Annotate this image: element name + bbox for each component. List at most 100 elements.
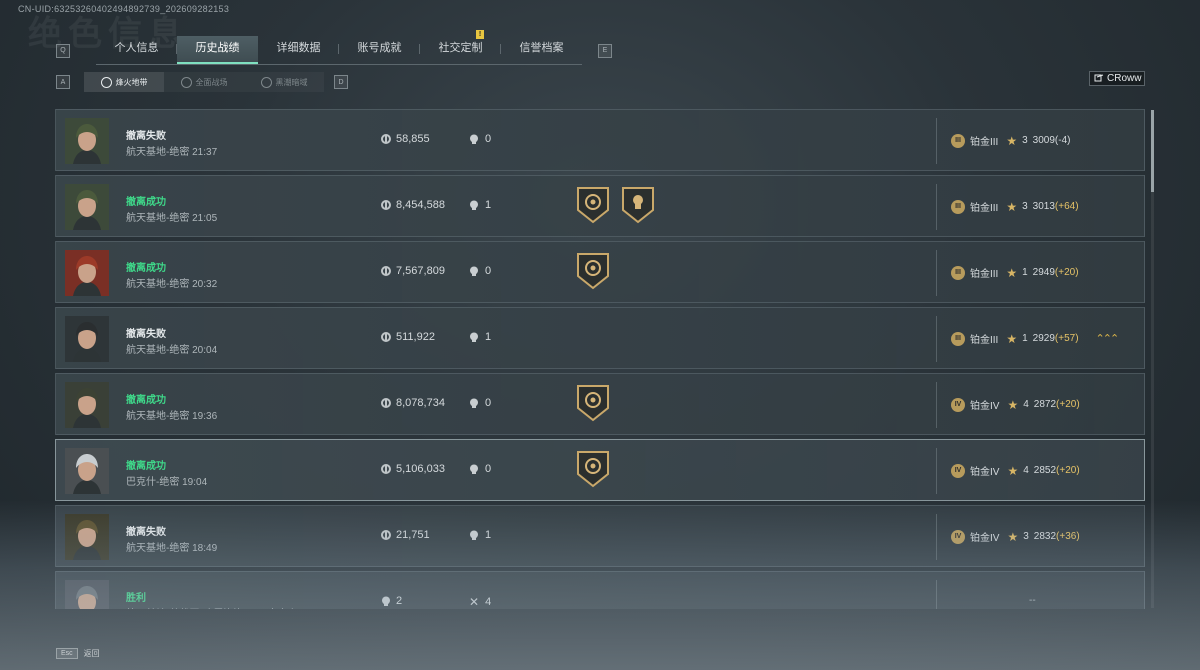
rank-info: III 铂金III ★ 1 2949(+20) <box>951 265 1079 280</box>
skull-medal-icon <box>622 187 654 224</box>
rank-icon: IV <box>951 463 965 478</box>
score-delta: (+20) <box>1056 399 1080 410</box>
operator-avatar <box>65 316 109 362</box>
value-stat: 5,106,033 <box>381 463 445 475</box>
table-row[interactable]: 撤离失败 航天基地-绝密 20:04 511,922 1 III 铂金III ★… <box>55 307 1145 369</box>
kill-count: 0 <box>485 463 492 475</box>
table-row[interactable]: 撤离成功 航天基地-绝密 21:05 8,454,588 1 III 铂金III… <box>55 175 1145 237</box>
row-divider <box>936 184 937 230</box>
rank-icon: III <box>951 133 965 148</box>
subtab-beacon-zone[interactable]: 烽火地带 <box>84 72 164 92</box>
kill-count: 0 <box>485 397 492 409</box>
medal-list <box>575 384 611 422</box>
tab-prev-key[interactable]: Q <box>56 43 70 58</box>
star-count: 1 <box>1022 267 1028 278</box>
kills-stat: 0 <box>469 397 491 409</box>
match-result: 撤离成功 <box>126 197 166 208</box>
match-result: 撤离成功 <box>126 461 166 472</box>
skull-icon <box>470 398 478 408</box>
skull-icon <box>382 596 390 606</box>
promotion-icon: ⌃⌃⌃ <box>1095 333 1120 345</box>
row-divider <box>936 118 937 164</box>
score: 3013 <box>1032 201 1055 212</box>
map-and-time: 航天基地-绝密 20:04 <box>126 345 218 356</box>
kill-count: 1 <box>485 529 492 541</box>
table-row[interactable]: 胜利 航天基地-总裁区-暗僵练练[1v1]-自定义 09-20 2 ✕4 -- <box>55 571 1145 609</box>
main-tabs: Q 个人信息 历史战绩 详细数据 账号成就 社交定制 信誉档案 E <box>56 36 612 65</box>
back-button[interactable]: Esc 返回 <box>56 648 100 659</box>
operator-avatar <box>65 382 109 428</box>
rank-name: 铂金III <box>970 137 999 148</box>
star-icon: ★ <box>1006 265 1018 280</box>
operator-avatar <box>65 118 109 164</box>
skull-icon <box>470 332 478 342</box>
tab-credit-record[interactable]: 信誉档案 <box>501 36 582 64</box>
tab-achievements[interactable]: 账号成就 <box>339 36 420 64</box>
tab-social-custom[interactable]: 社交定制 <box>420 36 501 64</box>
tab-match-history[interactable]: 历史战绩 <box>177 36 258 64</box>
currency-icon <box>381 530 391 540</box>
subtab-full-battlefield[interactable]: 全面战场 <box>164 72 244 92</box>
mode-tabs: A 烽火地带 全面战场 黑潮暗域 D <box>56 72 348 92</box>
star-count: 3 <box>1022 135 1028 146</box>
score-delta: (+20) <box>1054 267 1079 278</box>
value-stat: 8,078,734 <box>381 397 445 409</box>
kills-stat: 0 <box>469 133 491 145</box>
value-amount: 2 <box>396 595 403 607</box>
kill-count: 1 <box>485 331 492 343</box>
table-row[interactable]: 撤离成功 巴克什-绝密 19:04 5,106,033 0 IV 铂金IV ★ … <box>55 439 1145 501</box>
rank-info: III 铂金III ★ 3 3009(-4) <box>951 133 1070 148</box>
match-result: 撤离失败 <box>126 527 166 538</box>
shield-medal-icon <box>577 385 609 422</box>
rank-name: 铂金III <box>970 269 999 280</box>
star-icon: ★ <box>1006 133 1018 148</box>
subtab-label: 烽火地带 <box>115 77 148 87</box>
tab-detailed-data[interactable]: 详细数据 <box>258 36 339 64</box>
subtab-prev-key[interactable]: A <box>56 75 70 89</box>
scroll-thumb[interactable] <box>1151 110 1154 192</box>
star-count: 4 <box>1023 399 1029 410</box>
operator-avatar <box>65 580 109 609</box>
rank-info: III 铂金III ★ 1 2929(+57) ⌃⌃⌃ <box>951 331 1120 346</box>
score-delta: (+36) <box>1056 531 1080 542</box>
currency-icon <box>381 134 391 144</box>
rank-info: -- <box>951 595 1036 606</box>
score: 2949 <box>1032 267 1055 278</box>
back-label: 返回 <box>83 649 100 658</box>
kill-count: 0 <box>485 265 492 277</box>
kill-count: 0 <box>485 133 492 145</box>
medal-list <box>575 252 611 290</box>
rank-info: III 铂金III ★ 3 3013(+64) <box>951 199 1079 214</box>
kill-count: 1 <box>485 199 492 211</box>
row-divider <box>936 382 937 428</box>
value-amount: 58,855 <box>396 133 430 145</box>
subtab-next-key[interactable]: D <box>334 75 348 89</box>
battlefield-icon <box>180 76 192 88</box>
star-icon: ★ <box>1007 529 1019 544</box>
user-name-button[interactable]: CRoww <box>1089 71 1145 86</box>
shield-medal-icon <box>577 451 609 488</box>
rank-name: 铂金IV <box>970 533 1000 544</box>
value-amount: 7,567,809 <box>396 265 445 277</box>
skull-icon <box>470 266 478 276</box>
table-row[interactable]: 撤离成功 航天基地-绝密 19:36 8,078,734 0 IV 铂金IV ★… <box>55 373 1145 435</box>
match-result: 撤离失败 <box>126 329 166 340</box>
table-row[interactable]: 撤离失败 航天基地-绝密 21:37 58,855 0 III 铂金III ★ … <box>55 109 1145 171</box>
table-row[interactable]: 撤离成功 航天基地-绝密 20:32 7,567,809 0 III 铂金III… <box>55 241 1145 303</box>
skull-icon <box>470 200 478 210</box>
subtab-dark-tide[interactable]: 黑潮暗域 <box>244 72 324 92</box>
rank-icon: III <box>951 331 965 346</box>
tab-next-key[interactable]: E <box>598 43 612 58</box>
table-row[interactable]: 撤离失败 航天基地-绝密 18:49 21,751 1 IV 铂金IV ★ 3 … <box>55 505 1145 567</box>
tab-personal-info[interactable]: 个人信息 <box>96 36 177 64</box>
map-and-time: 航天基地-绝密 19:36 <box>126 411 218 422</box>
map-and-time: 航天基地-绝密 21:37 <box>126 147 218 158</box>
kills-stat: 1 <box>469 331 491 343</box>
scrollbar[interactable] <box>1151 110 1154 608</box>
esc-key: Esc <box>56 648 78 659</box>
operator-avatar <box>65 514 109 560</box>
match-result: 撤离失败 <box>126 131 166 142</box>
value-stat: 511,922 <box>381 331 435 343</box>
skull-icon <box>470 530 478 540</box>
match-history-list[interactable]: 撤离失败 航天基地-绝密 21:37 58,855 0 III 铂金III ★ … <box>55 109 1145 609</box>
